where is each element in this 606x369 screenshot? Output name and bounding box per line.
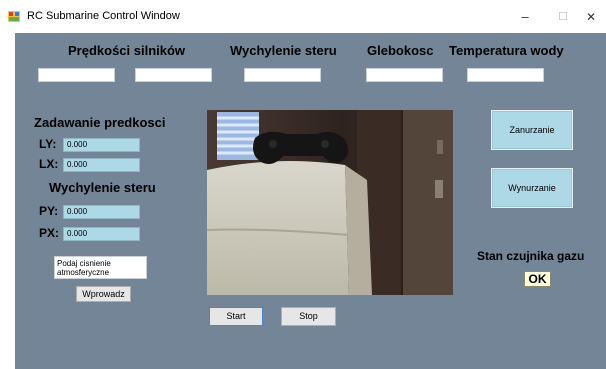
header-water-temperature: Temperatura wody xyxy=(449,43,564,58)
motor-speed-right-field[interactable] xyxy=(135,68,212,82)
surface-button[interactable]: Wynurzanie xyxy=(491,168,573,208)
camera-feed xyxy=(207,110,453,295)
speed-setting-title: Zadawanie predkosci xyxy=(34,115,166,130)
px-label: PX: xyxy=(39,226,60,240)
minimize-icon[interactable]: – xyxy=(510,6,540,28)
header-motor-speeds: Prędkości silników xyxy=(68,43,186,58)
maximize-icon[interactable]: ☐ xyxy=(548,6,578,28)
rudder-deflection-field[interactable] xyxy=(244,68,321,82)
close-icon[interactable]: ✕ xyxy=(576,6,606,28)
client-area: Prędkości silników Wychylenie steru Gleb… xyxy=(15,33,606,369)
gas-sensor-title: Stan czujnika gazu xyxy=(477,249,585,263)
camera-image xyxy=(207,110,453,295)
title-bar[interactable]: RC Submarine Control Window – ☐ ✕ xyxy=(0,0,606,33)
rudder-section-title: Wychylenie steru xyxy=(49,180,156,195)
stop-button[interactable]: Stop xyxy=(281,307,336,326)
lx-value-field[interactable]: 0.000 xyxy=(63,158,140,172)
submit-pressure-button[interactable]: Wprowadz xyxy=(76,286,131,302)
header-rudder-deflection: Wychylenie steru xyxy=(230,43,337,58)
atmospheric-pressure-input[interactable]: Podaj cisnienie atmosferyczne xyxy=(54,256,147,279)
ly-label: LY: xyxy=(39,137,57,151)
start-button[interactable]: Start xyxy=(209,307,263,326)
app-window: RC Submarine Control Window – ☐ ✕ Prędko… xyxy=(0,0,606,369)
window-title: RC Submarine Control Window xyxy=(27,10,180,22)
gas-sensor-status-badge: OK xyxy=(524,271,551,287)
water-temperature-field[interactable] xyxy=(467,68,544,82)
py-label: PY: xyxy=(39,204,59,218)
dive-button[interactable]: Zanurzanie xyxy=(491,110,573,150)
lx-label: LX: xyxy=(39,157,59,171)
header-depth: Glebokosc xyxy=(367,43,434,58)
px-value-field[interactable]: 0.000 xyxy=(63,227,140,241)
py-value-field[interactable]: 0.000 xyxy=(63,205,140,219)
motor-speed-left-field[interactable] xyxy=(38,68,115,82)
app-icon xyxy=(8,11,20,22)
depth-field[interactable] xyxy=(366,68,443,82)
ly-value-field[interactable]: 0.000 xyxy=(63,138,140,152)
